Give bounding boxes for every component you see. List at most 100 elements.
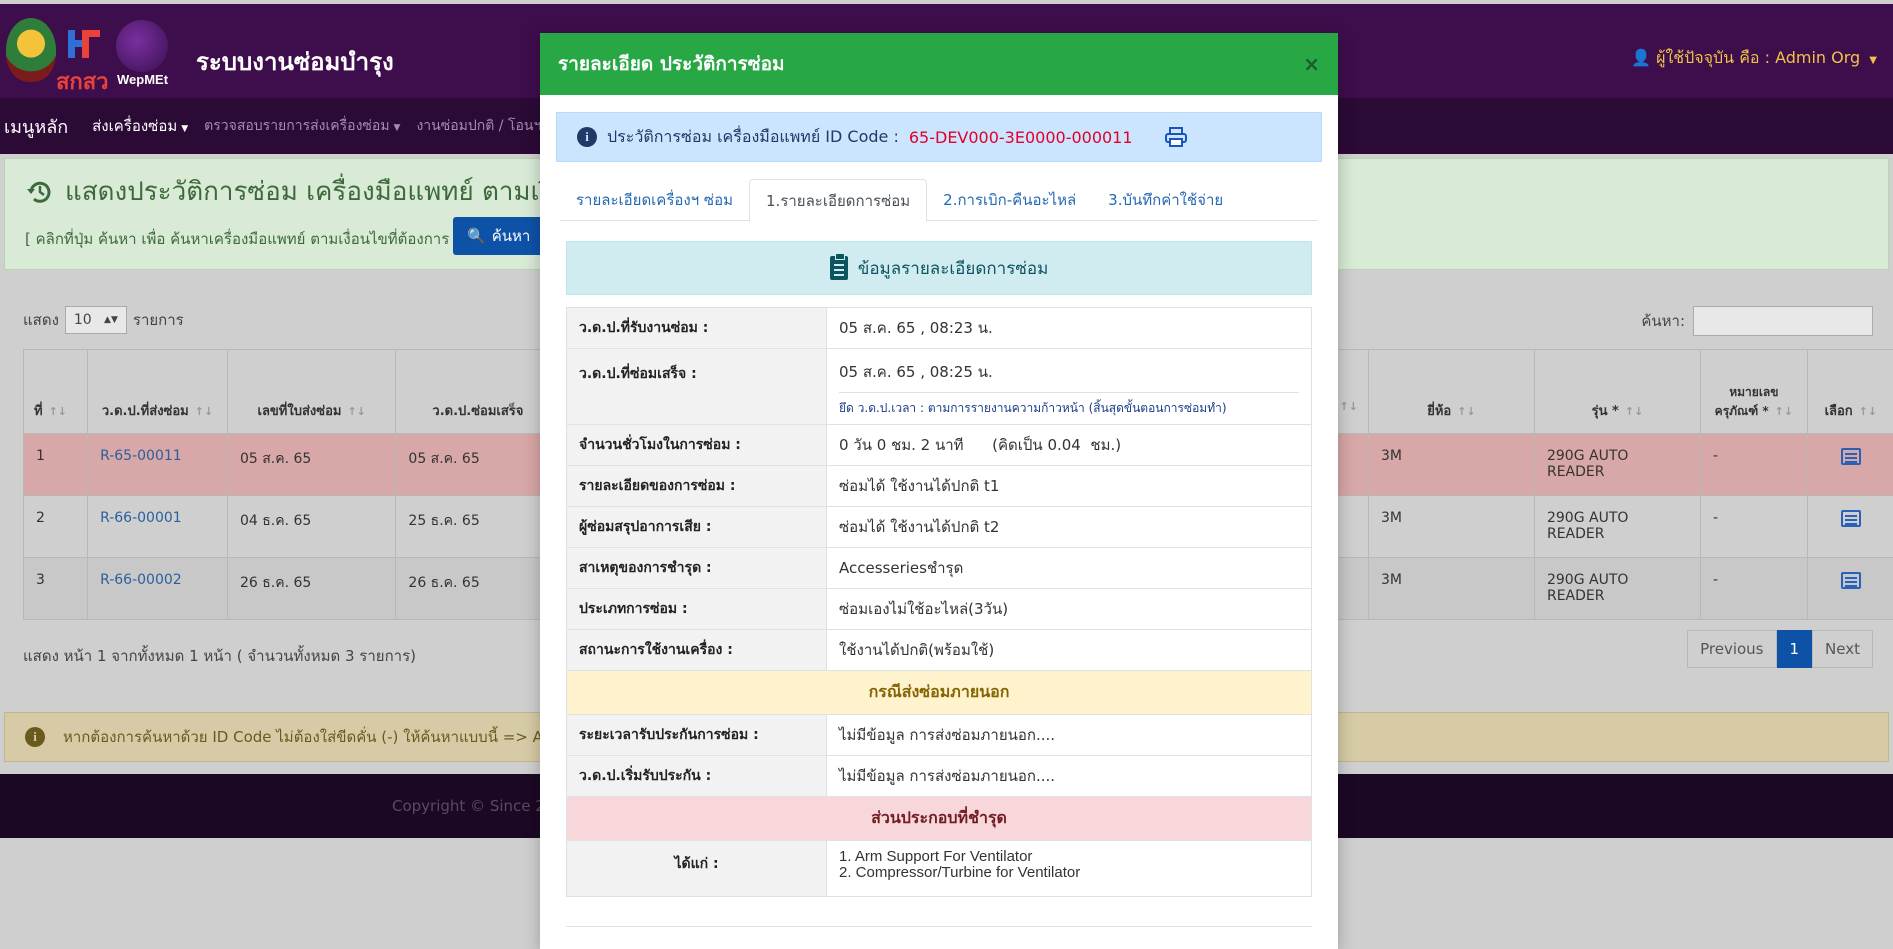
modal-title: รายละเอียด ประวัติการซ่อม [558,53,785,75]
section-title: ข้อมูลรายละเอียดการซ่อม [857,258,1049,279]
tab-repair-detail[interactable]: 1.รายละเอียดการซ่อม [749,179,928,222]
select-arrows-icon: ▲▼ [104,315,118,325]
detail-value: 05 ส.ค. 65 , 08:23 น. [826,307,1312,349]
detail-value: ไม่มีข้อมูล การส่งซ่อมภายนอก.... [826,714,1312,756]
list-icon[interactable] [1840,448,1861,465]
cell-select [1806,495,1893,558]
detail-label: สถานะการใช้งานเครื่อง : [566,629,827,671]
copyright-text: Copyright © Since 20 [392,797,555,815]
repair-doc-link[interactable]: R-65-00011 [100,448,182,464]
parts-section-title: ส่วนประกอบที่ชำรุด [566,796,1312,841]
cell-select [1806,557,1893,620]
brand-logo-icon [68,30,100,58]
external-section-row: กรณีส่งซ่อมภายนอก [566,670,1312,715]
sort-icon: ↑↓ [347,405,366,418]
list-icon[interactable] [1840,510,1861,527]
tab-parts[interactable]: 2.การเบิก-คืนอะไหล่ [927,179,1092,221]
col-header[interactable]: ว.ด.ป.ที่ส่งซ่อม ↑↓ [87,349,228,434]
cell-model: 290G AUTO READER [1533,433,1702,496]
next-page-button[interactable]: Next [1812,630,1873,668]
col-header-label: เลขที่ใบส่งซ่อม [257,404,342,419]
detail-value: ซ่อมได้ ใช้งานได้ปกติ t2 [826,506,1312,548]
tab-device-detail[interactable]: รายละเอียดเครื่องฯ ซ่อม [560,179,749,221]
detail-label: รายละเอียดของการซ่อม : [566,465,827,507]
university-emblem-icon [6,18,56,82]
sort-icon: ↑↓ [1858,405,1878,418]
cell-no: 3 [22,557,89,620]
detail-label: ผู้ซ่อมสรุปอาการเสีย : [566,506,827,548]
detail-label: ว.ด.ป.เริ่มรับประกัน : [566,755,827,797]
chevron-down-icon: ▼ [181,124,189,134]
page-size-value: 10 [73,312,92,328]
nav-item-send-repair[interactable]: ส่งเครื่องซ่อม ▼ [92,114,188,138]
detail-row: รายละเอียดของการซ่อม : ซ่อมได้ ใช้งานได้… [566,465,1312,507]
finished-value: 05 ส.ค. 65 , 08:25 น. [839,362,993,381]
items-label: รายการ [132,311,184,329]
page-size-select[interactable]: 10 ▲▼ [64,306,127,334]
repair-detail-modal: รายละเอียด ประวัติการซ่อม × i ประวัติการ… [540,33,1338,949]
notice-text: หากต้องการค้นหาด้วย ID Code ไม่ต้องใส่ขี… [63,728,574,746]
detail-value: 0 วัน 0 ชม. 2 นาที (คิดเป็น 0.04 ชม.) [826,424,1312,466]
table-search: ค้นหา: [1641,306,1873,336]
repair-detail-table: ว.ด.ป.ที่รับงานซ่อม : 05 ส.ค. 65 , 08:23… [566,307,1312,897]
col-header[interactable]: รุ่น * ↑↓ [1533,349,1702,434]
show-label: แสดง [23,311,59,329]
cell-doc-no: 05 ส.ค. 65 [226,433,397,496]
col-header-label: ว.ด.ป.ซ่อมเสร็จ [432,404,524,419]
search-button[interactable]: 🔍 ค้นหา [453,217,543,255]
repair-doc-link[interactable]: R-66-00002 [100,572,182,588]
finished-note: ยึด ว.ด.ป.เวลา : ตามการรายงานความก้าวหน้… [839,391,1299,418]
repair-doc-link[interactable]: R-66-00001 [100,510,182,526]
detail-value: ไม่มีข้อมูล การส่งซ่อมภายนอก.... [826,755,1312,797]
detail-row: ว.ด.ป.ที่ซ่อมเสร็จ : 05 ส.ค. 65 , 08:25 … [566,348,1312,425]
cell-model: 290G AUTO READER [1533,557,1702,620]
cell-model: 290G AUTO READER [1533,495,1702,558]
prev-page-button[interactable]: Previous [1687,630,1777,668]
parts-section-row: ส่วนประกอบที่ชำรุด [566,796,1312,841]
nav-item-label: ตรวจสอบรายการส่งเครื่องซ่อม [204,118,390,134]
clipboard-icon [829,253,848,280]
page-1-button[interactable]: 1 [1776,630,1813,668]
detail-value: ซ่อมได้ ใช้งานได้ปกติ t1 [826,465,1312,507]
col-header[interactable]: เลขที่ใบส่งซ่อม ↑↓ [226,349,397,434]
search-hint: [ คลิกที่ปุ่ม ค้นหา เพื่อ ค้นหาเครื่องมื… [25,230,460,248]
parts-list: 1. Arm Support For Ventilator 2. Compres… [826,840,1312,897]
sort-icon: ↑↓ [1624,405,1644,418]
nav-item-normal-repair[interactable]: งานซ่อมปกติ / โอนฯ [416,115,541,137]
cell-send-date: R-66-00002 [87,557,228,620]
printer-icon[interactable] [1164,127,1187,147]
table-search-input[interactable] [1693,306,1873,336]
sort-icon: ↑↓ [1457,405,1476,418]
modal-header: รายละเอียด ประวัติการซ่อม × [540,33,1338,95]
col-header-label: เลือก [1824,404,1853,419]
close-icon[interactable]: × [1303,52,1320,76]
nav-home[interactable]: เมนูหลัก [4,112,68,141]
cell-asset: - [1700,433,1808,496]
detail-row: ระยะเวลารับประกันการซ่อม : ไม่มีข้อมูล ก… [566,714,1312,756]
parts-row: ได้แก่ : 1. Arm Support For Ventilator 2… [566,840,1312,897]
parts-item: 2. Compressor/Turbine for Ventilator [839,864,1081,881]
sort-icon: ↑↓ [194,405,214,418]
cell-doc-no: 26 ธ.ค. 65 [226,557,397,620]
detail-value: ใช้งานได้ปกติ(พร้อมใช้) [826,629,1312,671]
col-header-label: หมายเลขครุภัณฑ์ * [1714,385,1779,418]
col-header[interactable]: ที่ ↑↓ [22,349,89,434]
table-search-label: ค้นหา: [1641,312,1685,330]
col-header[interactable]: เลือก ↑↓ [1806,349,1893,434]
col-header-label: ว.ด.ป.ที่ส่งซ่อม [101,404,189,419]
col-header[interactable]: ยี่ห้อ ↑↓ [1367,349,1535,434]
list-icon[interactable] [1840,572,1861,589]
section-header: ข้อมูลรายละเอียดการซ่อม [566,241,1312,295]
nav-item-check-repair[interactable]: ตรวจสอบรายการส่งเครื่องซ่อม ▼ [204,115,400,137]
user-menu[interactable]: 👤 ผู้ใช้ปัจจุบัน คือ : Admin Org ▼ [1631,46,1877,71]
tab-expenses[interactable]: 3.บันทึกค่าใช้จ่าย [1092,179,1239,221]
cell-select [1806,433,1893,496]
info-icon: i [25,727,45,747]
parts-label: ได้แก่ : [566,840,827,897]
pagination: Previous 1 Next [1687,630,1873,668]
page-size-control: แสดง 10 ▲▼ รายการ [23,306,184,334]
cell-brand: 3M [1367,557,1535,620]
detail-row: ว.ด.ป.เริ่มรับประกัน : ไม่มีข้อมูล การส่… [566,755,1312,797]
detail-row: ประเภทการซ่อม : ซ่อมเองไม่ใช้อะไหล่(3วัน… [566,588,1312,630]
col-header[interactable]: หมายเลขครุภัณฑ์ * ↑↓ [1700,349,1808,434]
